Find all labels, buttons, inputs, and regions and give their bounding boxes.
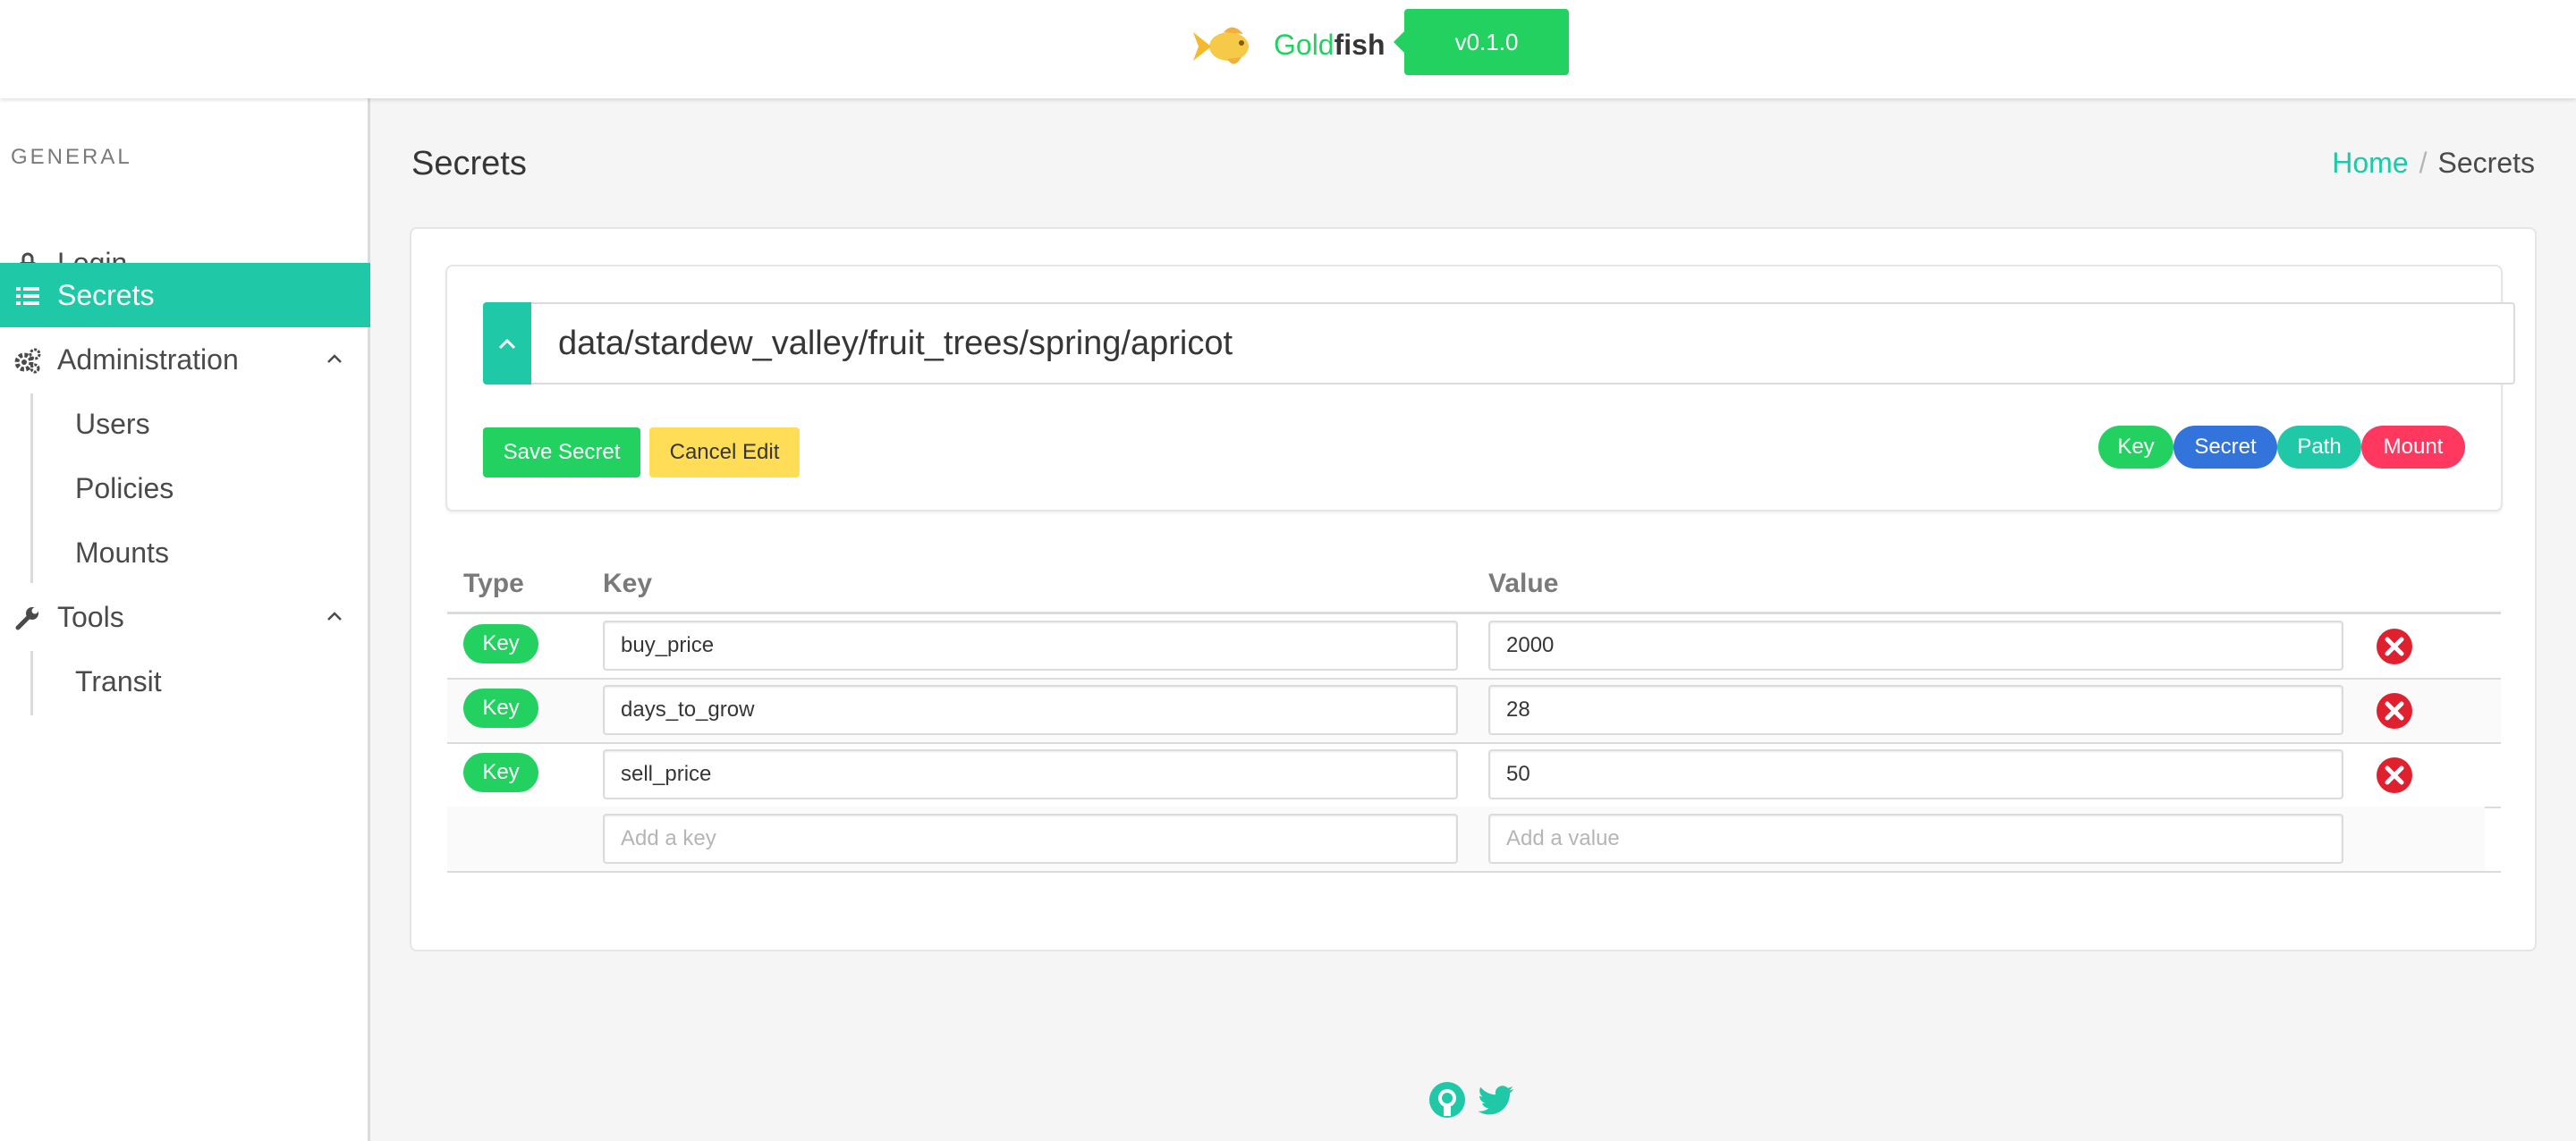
type-tag-key: Key	[463, 753, 538, 792]
submenu-divider	[30, 651, 33, 715]
list-icon	[16, 287, 39, 305]
key-input[interactable]	[603, 621, 1458, 671]
chevron-up-icon	[498, 338, 516, 350]
key-input[interactable]	[603, 685, 1458, 735]
breadcrumb-current: Secrets	[2437, 147, 2535, 179]
type-tag-key: Key	[463, 689, 538, 728]
brand-name[interactable]: Goldfish	[1274, 29, 1385, 62]
sidebar-subitem-transit[interactable]: Transit	[75, 655, 162, 708]
legend-tag-secret: Secret	[2174, 426, 2277, 469]
delete-row-icon[interactable]	[2376, 692, 2413, 730]
chevron-up-icon[interactable]	[324, 349, 345, 370]
sidebar-subitem-mounts[interactable]: Mounts	[75, 526, 169, 579]
goldfish-logo-icon	[1193, 27, 1249, 64]
value-input[interactable]	[1488, 621, 2343, 671]
add-value-input[interactable]	[1488, 814, 2343, 864]
column-header-key: Key	[603, 569, 653, 598]
add-key-input[interactable]	[603, 814, 1458, 864]
cogs-icon	[14, 348, 41, 374]
save-secret-button[interactable]: Save Secret	[483, 427, 640, 478]
path-collapse-button[interactable]	[483, 302, 531, 385]
breadcrumb-separator: /	[2419, 147, 2428, 179]
legend-tag-mount: Mount	[2361, 426, 2465, 469]
sidebar-subitem-policies[interactable]: Policies	[75, 461, 174, 515]
row-divider	[447, 742, 2501, 744]
submenu-divider	[30, 393, 33, 583]
sidebar-item-administration[interactable]: Administration	[0, 327, 370, 392]
menu-section-label: GENERAL	[11, 145, 132, 169]
chevron-up-icon[interactable]	[324, 606, 345, 628]
value-input[interactable]	[1488, 749, 2343, 799]
delete-row-icon[interactable]	[2376, 756, 2413, 794]
type-tag-key: Key	[463, 624, 538, 663]
sidebar: GENERAL Login Secrets Administration Use…	[0, 98, 370, 1141]
page-title: Secrets	[411, 145, 527, 182]
breadcrumb: Home / Secrets	[2332, 147, 2535, 180]
column-header-value: Value	[1488, 569, 1559, 598]
secret-card: Save Secret Cancel Edit Key Secret Path …	[410, 227, 2537, 951]
key-input[interactable]	[603, 749, 1458, 799]
breadcrumb-home-link[interactable]: Home	[2332, 147, 2408, 179]
cancel-edit-button[interactable]: Cancel Edit	[649, 427, 800, 478]
sidebar-item-secrets[interactable]: Secrets	[0, 263, 370, 327]
wrench-icon	[15, 607, 38, 630]
delete-row-icon[interactable]	[2376, 628, 2413, 665]
sidebar-item-tools[interactable]: Tools	[0, 585, 370, 649]
sidebar-item-label: Administration	[57, 343, 239, 376]
path-editor-box: Save Secret Cancel Edit Key Secret Path …	[445, 265, 2515, 511]
column-header-type: Type	[463, 569, 524, 598]
row-divider	[447, 871, 2501, 873]
sidebar-subitem-users[interactable]: Users	[75, 397, 150, 451]
sidebar-item-label: Tools	[57, 601, 124, 633]
twitter-icon[interactable]	[1478, 1080, 1517, 1120]
version-badge: v0.1.0	[1394, 9, 1569, 75]
table-header-divider	[447, 612, 2501, 614]
footer-social-links	[1428, 1080, 1521, 1120]
value-input[interactable]	[1488, 685, 2343, 735]
legend-tag-path: Path	[2277, 426, 2361, 469]
top-navbar: Goldfish v0.1.0	[0, 0, 2576, 98]
sidebar-item-label: Secrets	[57, 279, 155, 311]
github-icon[interactable]	[1428, 1080, 1467, 1120]
legend-tag-key: Key	[2098, 426, 2174, 469]
secret-path-input[interactable]	[531, 302, 2515, 385]
